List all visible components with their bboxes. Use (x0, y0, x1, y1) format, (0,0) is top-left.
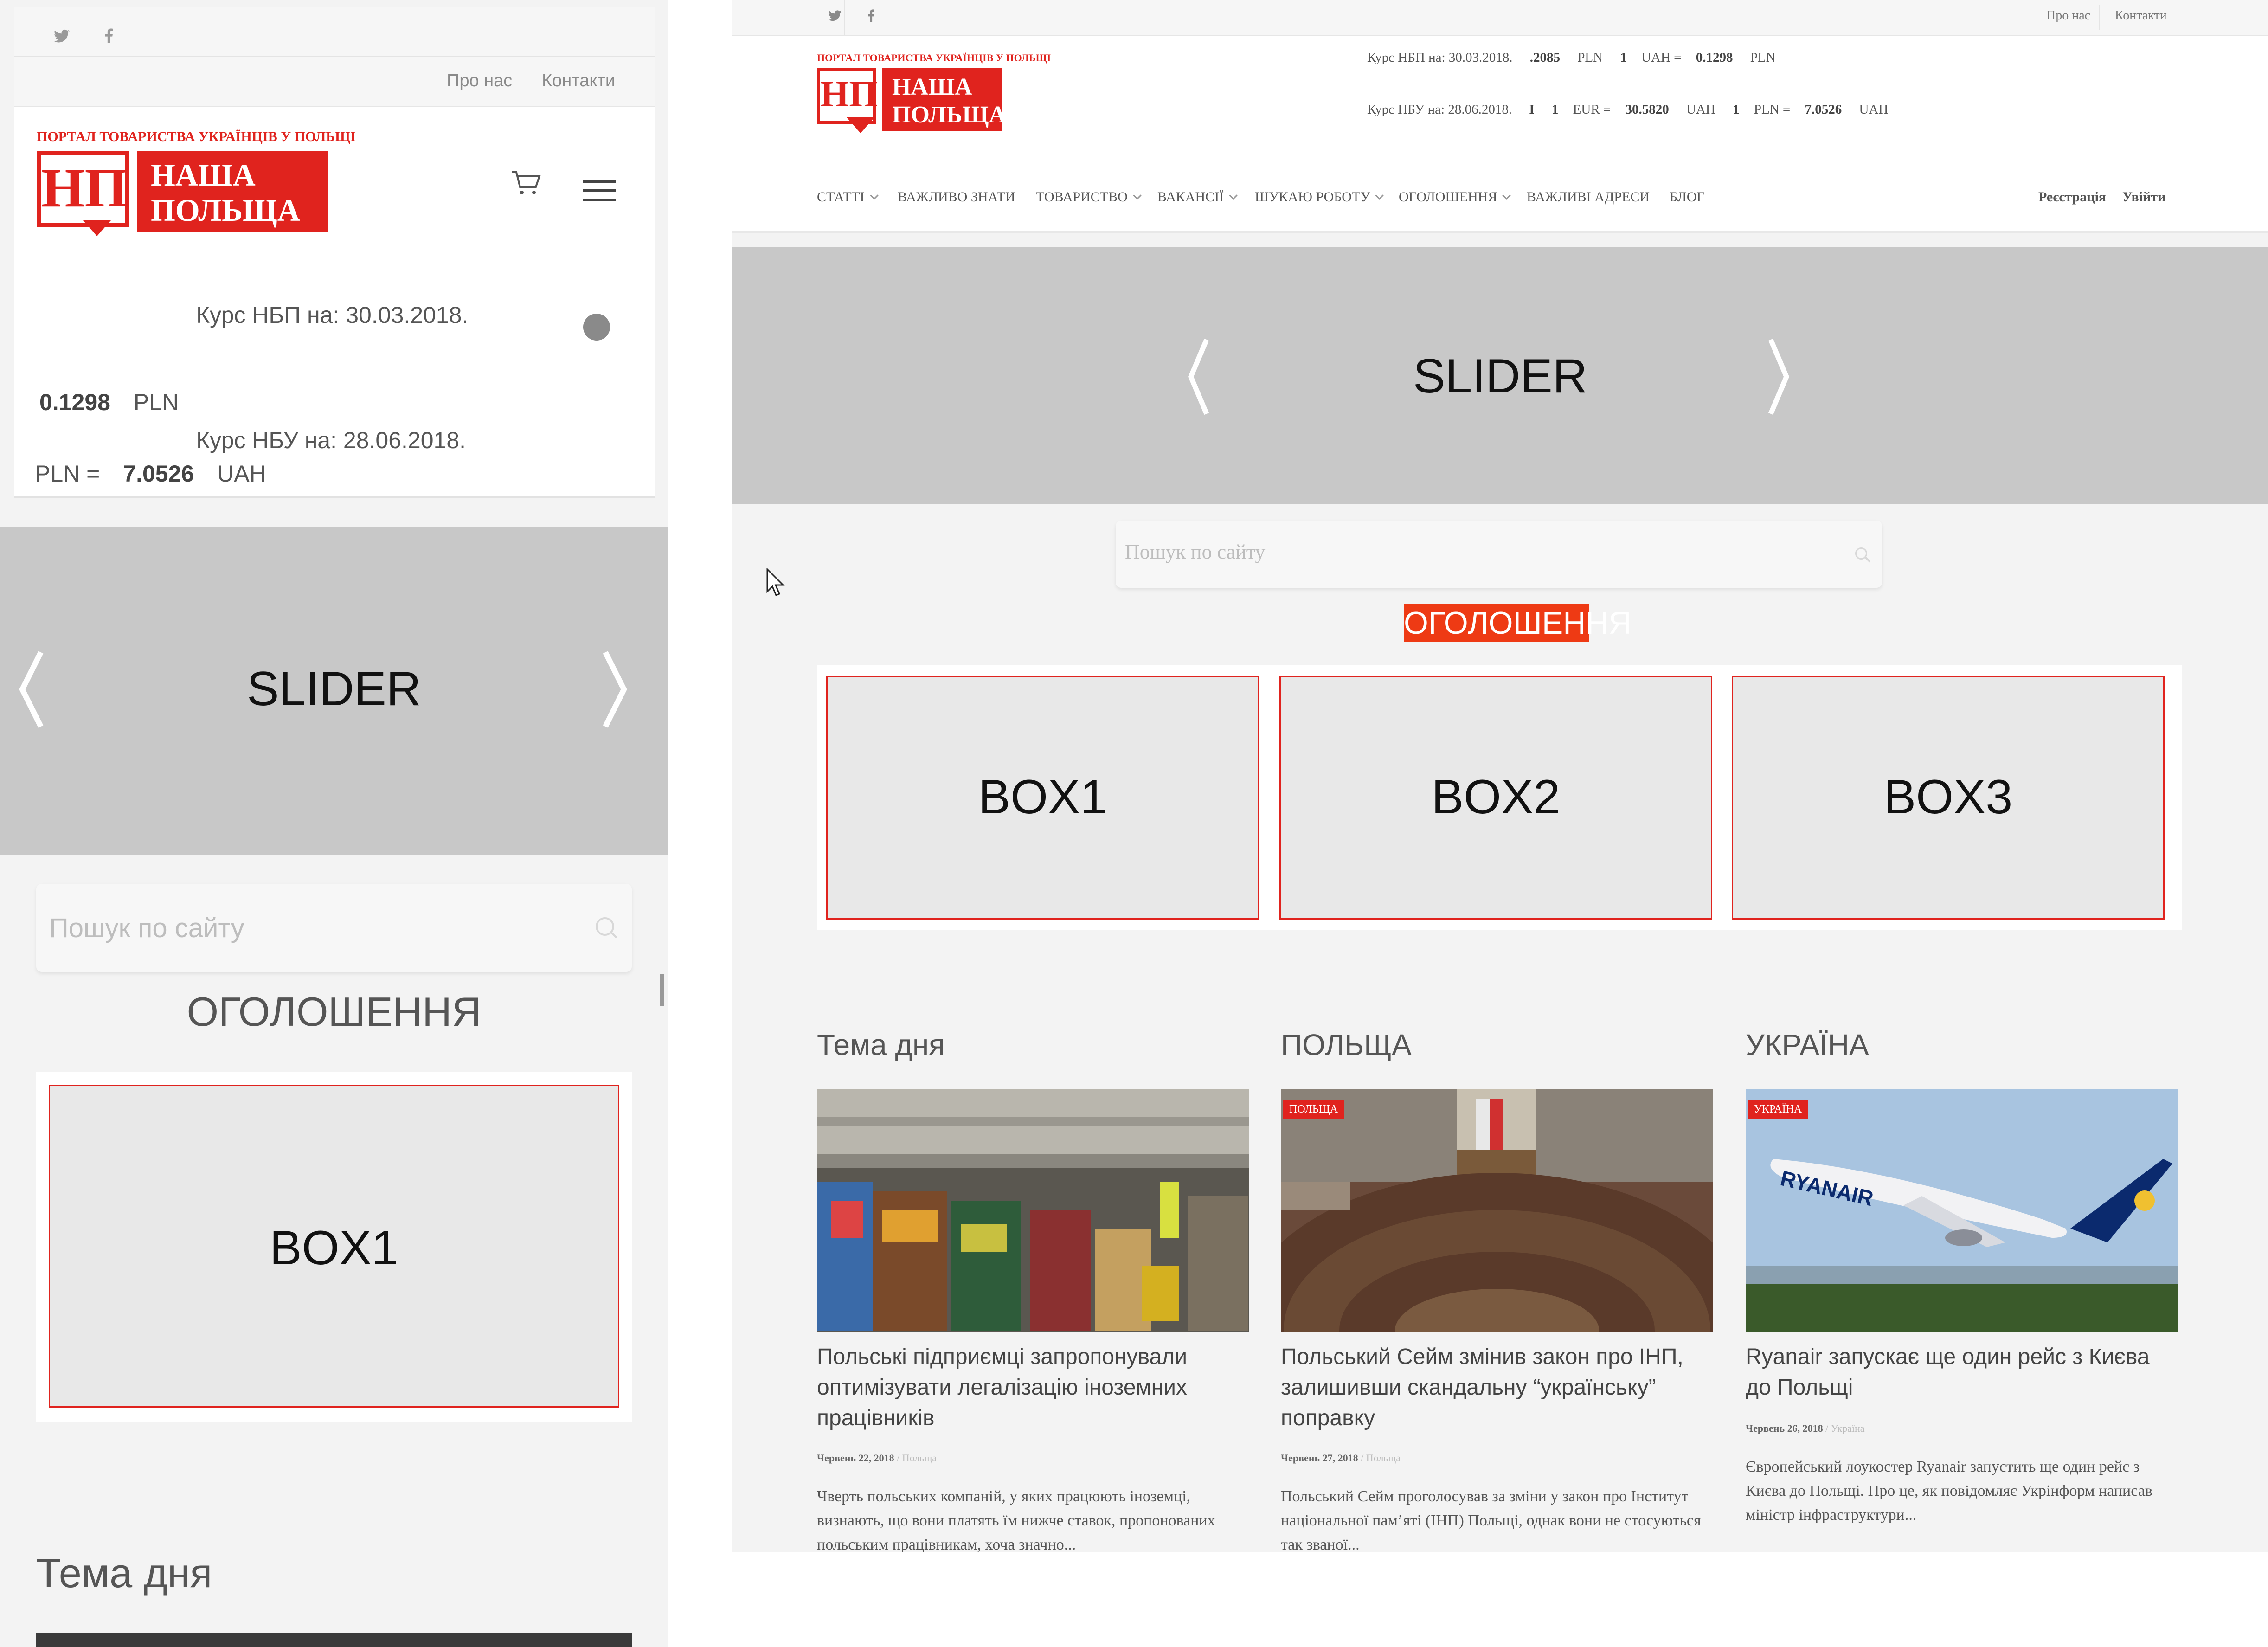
topbar-divider (2099, 5, 2100, 30)
logo-abbr: НП (37, 151, 129, 236)
facebook-icon[interactable] (105, 28, 113, 48)
announcement-box-1[interactable]: BOX1 (49, 1085, 619, 1408)
search-icon[interactable] (1855, 547, 1867, 560)
about-link[interactable]: Про нас (2046, 8, 2090, 23)
category-badge[interactable]: ПОЛЬЩА (1283, 1100, 1345, 1119)
category-badge[interactable]: УКРАЇНА (1748, 1100, 1809, 1119)
chevron-down-icon (1375, 191, 1384, 200)
chevron-down-icon (1229, 191, 1238, 200)
news-meta: Червень 26, 2018 / Україна (1746, 1422, 1865, 1434)
about-link[interactable]: Про нас (447, 71, 512, 91)
slider-next-arrow-icon[interactable] (1767, 337, 1790, 418)
news-image[interactable] (817, 1089, 1249, 1332)
announcements-container: BOX1 BOX2 BOX3 (817, 665, 2182, 930)
slider-label: SLIDER (247, 662, 421, 716)
contacts-link[interactable]: Контакти (542, 71, 615, 91)
menu-icon[interactable] (583, 180, 616, 204)
nbp-rate-label: Курс НБП на: 30.03.2018. (196, 302, 469, 328)
news-excerpt: Чверть польських компаній, у яких працюю… (817, 1488, 1215, 1552)
topic-image-strip (36, 1633, 632, 1647)
mobile-view: Про нас Контакти ПОРТАЛ ТОВАРИСТВА УКРАЇ… (0, 0, 668, 1647)
search-placeholder: Пошук по сайту (49, 913, 244, 943)
desktop-view: Про нас Контакти ПОРТАЛ ТОВАРИСТВА УКРАЇ… (732, 0, 2268, 1552)
mobile-header: ПОРТАЛ ТОВАРИСТВА УКРАЇНЦІВ У ПОЛЬЩІ НП … (14, 107, 655, 498)
slider[interactable]: SLIDER (0, 527, 668, 855)
top-links-bar: Про нас Контакти (14, 57, 655, 107)
slider-next-arrow-icon[interactable] (601, 650, 629, 731)
news-category-link[interactable]: Польща (902, 1452, 937, 1464)
logo-tagline: ПОРТАЛ ТОВАРИСТВА УКРАЇНЦІВ У ПОЛЬЩІ (817, 52, 1051, 64)
slider-label: SLIDER (1413, 349, 1587, 403)
twitter-icon[interactable] (54, 28, 70, 48)
logo-name: НАША ПОЛЬЩА (882, 68, 1006, 131)
logo-abbr: НП (817, 68, 878, 133)
cart-icon[interactable] (510, 169, 542, 199)
news-title[interactable]: Польський Сейм змінив закон про ІНП, зал… (1281, 1342, 1708, 1434)
social-bar (14, 7, 655, 57)
chevron-down-icon (1133, 191, 1142, 200)
nav-item-articles[interactable]: СТАТТІ (817, 189, 879, 205)
nav-item-society[interactable]: ТОВАРИСТВО (1036, 189, 1142, 205)
mouse-cursor-icon (766, 567, 785, 599)
nbp-rate-row: Курс НБП на: 30.03.2018. .2085 PLN 1 UAH… (1367, 50, 1776, 65)
nav-item-blog[interactable]: БЛОГ (1670, 189, 1705, 205)
news-category-link[interactable]: Польща (1366, 1452, 1401, 1464)
news-excerpt: Європейський лоукостер Ryanair запустить… (1746, 1458, 2152, 1524)
register-link[interactable]: Реєстрація (2038, 189, 2106, 205)
news-meta: Червень 27, 2018 / Польща (1281, 1452, 1401, 1464)
logo-tagline: ПОРТАЛ ТОВАРИСТВА УКРАЇНЦІВ У ПОЛЬЩІ (37, 129, 356, 144)
nbu-rate-row: PLN = 7.0526 UAH (35, 461, 266, 487)
contacts-link[interactable]: Контакти (2115, 8, 2167, 23)
nav-item-vacancies[interactable]: ВАКАНСІЇ (1157, 189, 1238, 205)
news-title[interactable]: Ryanair запускає ще один рейс з Києва до… (1746, 1342, 2178, 1403)
nbu-rate-row: Курс НБУ на: 28.06.2018. I 1 EUR = 30.58… (1367, 102, 1889, 117)
chevron-down-icon (869, 191, 879, 200)
search-input[interactable]: Пошук по сайту (36, 884, 632, 972)
nbp-rate-row: 0.1298 PLN (39, 389, 179, 415)
chevron-down-icon (1502, 191, 1511, 200)
announcements-title: ОГОЛОШЕННЯ (186, 989, 482, 1035)
twitter-icon[interactable] (829, 10, 842, 24)
search-input[interactable]: Пошук по сайту (1116, 521, 1882, 588)
news-image[interactable]: ПОЛЬЩА (1281, 1089, 1713, 1332)
nav-item-important[interactable]: ВАЖЛИВО ЗНАТИ (898, 189, 1015, 205)
announcements-title: ОГОЛОШЕННЯ (1404, 604, 1632, 642)
announcement-box-2[interactable]: BOX2 (1279, 676, 1712, 920)
slider[interactable]: SLIDER (732, 247, 2268, 504)
login-link[interactable]: Увійти (2122, 189, 2165, 205)
news-section-title[interactable]: ПОЛЬЩА (1281, 1028, 1412, 1062)
news-category-link[interactable]: Україна (1831, 1422, 1865, 1434)
topbar-divider (844, 0, 845, 35)
scrollbar-handle[interactable] (660, 974, 664, 1006)
announcement-box-1[interactable]: BOX1 (826, 676, 1259, 920)
parliament-image (1281, 1089, 1713, 1332)
nav-item-announcements[interactable]: ОГОЛОШЕННЯ (1399, 189, 1511, 205)
warehouse-image (817, 1089, 1249, 1332)
ryanair-plane-image (1746, 1089, 2178, 1332)
news-meta: Червень 22, 2018 / Польща (817, 1452, 937, 1464)
news-section-title[interactable]: Тема дня (817, 1028, 945, 1062)
announcements-container: BOX1 (36, 1072, 632, 1422)
search-icon[interactable] (596, 917, 614, 936)
facebook-icon[interactable] (868, 9, 874, 25)
announcement-box-3[interactable]: BOX3 (1732, 676, 2165, 920)
nbu-rate-label: Курс НБУ на: 28.06.2018. (196, 427, 466, 453)
rate-slider-dot-icon[interactable] (583, 314, 610, 341)
nav-item-job-search[interactable]: ШУКАЮ РОБОТУ (1255, 189, 1384, 205)
news-section-title[interactable]: УКРАЇНА (1746, 1028, 1869, 1062)
top-bar: Про нас Контакти (732, 0, 2268, 36)
topic-of-day-title: Тема дня (36, 1550, 212, 1596)
news-image[interactable]: RYANAIR УКРАЇНА (1746, 1089, 2178, 1332)
news-excerpt: Польський Сейм проголосував за зміни у з… (1281, 1488, 1701, 1552)
nav-item-addresses[interactable]: ВАЖЛИВІ АДРЕСИ (1527, 189, 1650, 205)
news-title[interactable]: Польські підприємці запропонували оптимі… (817, 1342, 1244, 1434)
search-placeholder: Пошук по сайту (1125, 540, 1266, 563)
logo-name: НАША ПОЛЬЩА (137, 151, 328, 232)
